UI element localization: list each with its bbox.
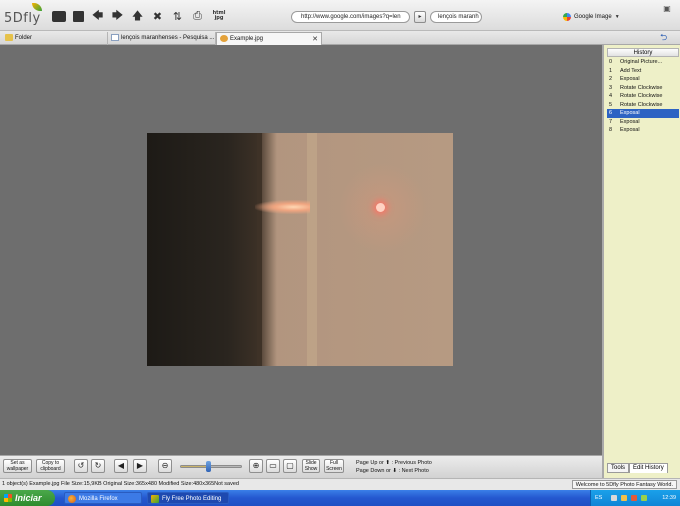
history-item-selected[interactable]: 6 Exposal [607, 109, 679, 118]
copy-clipboard-button[interactable]: Copy to clipboard [36, 459, 65, 473]
tab-label: lençois maranhenses - Pesquisa ... [121, 35, 215, 41]
photo-sun [376, 203, 385, 212]
network-icon[interactable] [611, 495, 617, 501]
antivirus-icon[interactable] [631, 495, 637, 501]
delete-icon[interactable]: ✖ [151, 10, 164, 23]
history-item[interactable]: 8 Exposal [607, 126, 679, 135]
history-item[interactable]: 3 Rotate Clockwise [607, 84, 679, 93]
hint-previous: Page Up or ⬆ : Previous Photo [356, 460, 432, 466]
panel-tabs: Tools Edit History [607, 463, 679, 473]
history-panel: History 0 Original Picture... 1 Add Text 2… [602, 45, 680, 478]
logo-leaf-icon [32, 3, 42, 11]
up-arrow-icon[interactable]: 🡅 [131, 9, 144, 23]
main-toolbar: 5Dfly 🡄 🡆 🡅 ✖ ⇅ ⎙ html jpg http://www.goo… [0, 0, 680, 31]
back-arrow-icon[interactable]: 🡄 [91, 9, 104, 23]
task-label: Mozilla Firefox [79, 496, 118, 502]
url-input[interactable]: http://www.google.com/images?q=len [291, 11, 410, 23]
save-icon[interactable] [73, 10, 84, 22]
photo-land [147, 133, 262, 366]
status-text: 1 object(s) Example.jpg File Size:15,9KB… [2, 481, 239, 487]
search-input[interactable]: lençois maranh [430, 11, 482, 23]
status-bar: 1 object(s) Example.jpg File Size:15,9KB… [0, 478, 680, 490]
security-icon[interactable] [621, 495, 627, 501]
image-icon [220, 35, 228, 42]
clock: 12:39 [662, 495, 676, 501]
bottom-toolbar: Set as wallpaper Copy to clipboard ↺ ↻ ◀… [0, 455, 602, 478]
zoom-slider-thumb[interactable] [206, 461, 211, 472]
set-wallpaper-button[interactable]: Set as wallpaper [3, 459, 32, 473]
image-canvas[interactable] [0, 45, 602, 455]
start-button[interactable]: Iniciar [0, 490, 55, 506]
tab-search[interactable]: lençois maranhenses - Pesquisa ... [108, 32, 216, 45]
welcome-text: Welcome to 5Dfly Photo Fantasy World. [571, 480, 677, 489]
tab-example[interactable]: Example.jpg ✕ [216, 32, 322, 45]
zoom-out-icon[interactable]: ⊖ [158, 459, 172, 473]
history-list: 0 Original Picture... 1 Add Text 2 Exposal … [607, 58, 679, 135]
print-icon[interactable]: ⎙ [191, 9, 204, 23]
tab-bar: Folder lençois maranhenses - Pesquisa ..… [0, 31, 680, 45]
tab-label: Folder [15, 35, 33, 41]
forward-arrow-icon[interactable]: 🡆 [111, 9, 124, 23]
toolbar-icons: 🡄 🡆 🡅 ✖ ⇅ ⎙ html jpg [52, 8, 227, 24]
google-icon [563, 12, 571, 21]
history-item[interactable]: 7 Exposal [607, 118, 679, 127]
hint-next: Page Down or ⬇ : Next Photo [356, 468, 429, 474]
next-icon[interactable]: ▶ [133, 459, 147, 473]
folder-icon [5, 34, 13, 41]
photo-reflection [255, 200, 310, 214]
start-label: Iniciar [15, 493, 42, 503]
language-indicator[interactable]: ES [595, 490, 602, 506]
app-logo: 5Dfly [4, 3, 44, 28]
search-engine-label: Google Image [574, 13, 612, 20]
slide-show-button[interactable]: Slide Show [302, 459, 320, 473]
tab-close-icon[interactable]: ✕ [312, 33, 318, 45]
photo-shore [257, 133, 277, 366]
logo-text: 5Dfly [4, 11, 41, 26]
history-header: History [607, 48, 679, 57]
fit-window-icon[interactable]: ▭ [266, 459, 280, 473]
photo-streak [307, 133, 317, 366]
page-icon [111, 34, 119, 41]
navigation-hints: Page Up or ⬆ : Previous Photo Page Down … [356, 459, 432, 475]
history-item[interactable]: 0 Original Picture... [607, 58, 679, 67]
close-icon[interactable]: ▣ [662, 4, 672, 14]
history-item[interactable]: 5 Rotate Clockwise [607, 101, 679, 110]
firefox-icon [68, 495, 76, 503]
actual-size-icon[interactable]: ▢ [283, 459, 297, 473]
windows-taskbar: Iniciar Mozilla Firefox Fly Free Photo E… [0, 490, 680, 506]
refresh-icon[interactable]: ⇅ [171, 10, 184, 23]
history-item[interactable]: 4 Rotate Clockwise [607, 92, 679, 101]
go-button[interactable]: ▸ [414, 11, 426, 23]
screen-icon[interactable] [52, 10, 66, 22]
tab-folder[interactable]: Folder [2, 32, 108, 45]
back-icon[interactable]: ⮌ [660, 33, 674, 43]
system-tray: ES 12:39 [590, 490, 680, 506]
task-5dfly[interactable]: Fly Free Photo Editing [147, 492, 229, 504]
rotate-right-icon[interactable]: ↻ [91, 459, 105, 473]
previous-icon[interactable]: ◀ [114, 459, 128, 473]
chevron-down-icon: ▼ [614, 13, 620, 20]
task-label: Fly Free Photo Editing [162, 496, 222, 502]
volume-icon[interactable] [641, 495, 647, 501]
tab-label: Example.jpg [230, 36, 264, 42]
zoom-in-icon[interactable]: ⊕ [249, 459, 263, 473]
windows-flag-icon [4, 494, 12, 502]
photo [147, 133, 453, 366]
5dfly-icon [151, 495, 159, 503]
search-engine-selector[interactable]: Google Image ▼ [563, 11, 620, 22]
tab-tools[interactable]: Tools [607, 463, 630, 473]
rotate-left-icon[interactable]: ↺ [74, 459, 88, 473]
zoom-slider[interactable] [180, 461, 242, 472]
history-item[interactable]: 1 Add Text [607, 67, 679, 76]
tab-edit-history[interactable]: Edit History [629, 463, 668, 473]
zoom-slider-fill [181, 466, 206, 467]
html-icon[interactable]: html jpg [211, 10, 227, 23]
task-firefox[interactable]: Mozilla Firefox [64, 492, 142, 504]
full-screen-button[interactable]: Full Screen [324, 459, 344, 473]
history-item[interactable]: 2 Exposal [607, 75, 679, 84]
